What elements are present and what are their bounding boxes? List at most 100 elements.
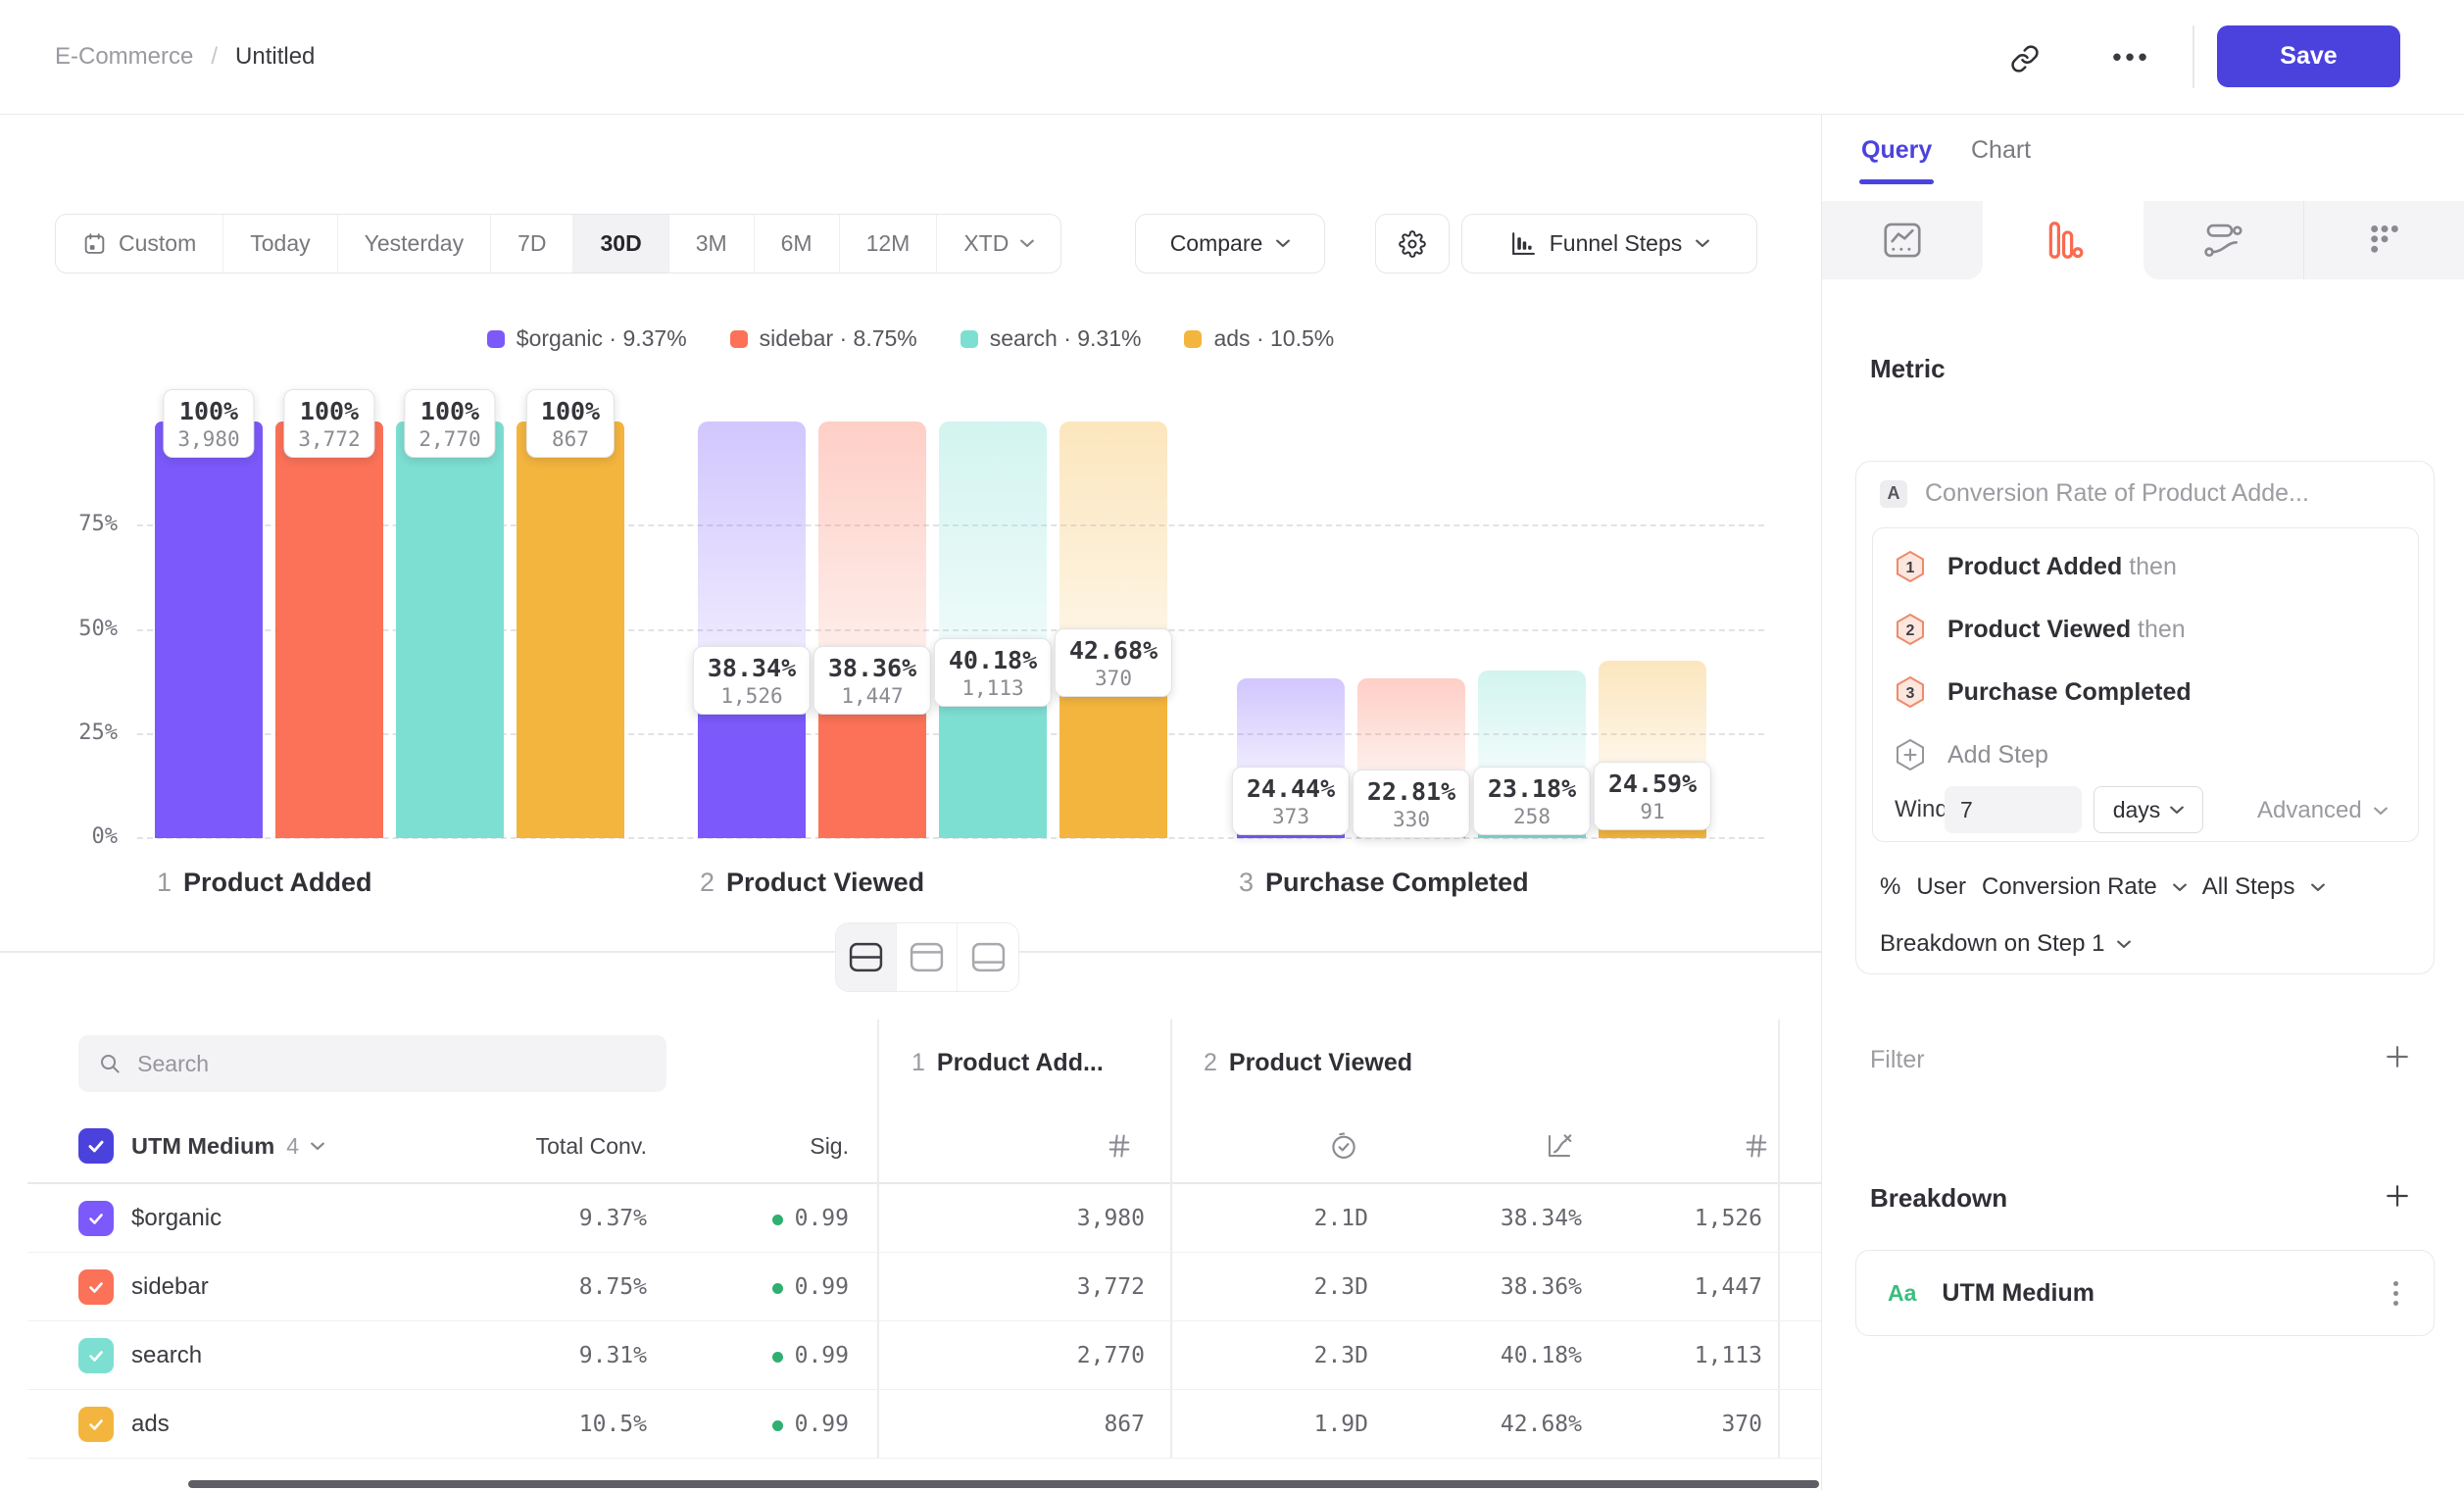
- funnel-bar-ads-step1[interactable]: [517, 422, 624, 838]
- metric-step-3[interactable]: 3Purchase Completed: [1895, 672, 2192, 712]
- y-axis-tick: 75%: [55, 512, 118, 536]
- tab-flows-report[interactable]: [2144, 201, 2304, 279]
- tab-funnels-report[interactable]: [1983, 201, 2144, 279]
- breakdown-item[interactable]: Aa UTM Medium: [1855, 1250, 2435, 1336]
- sig-column-header[interactable]: Sig.: [810, 1127, 849, 1165]
- bar-count: 3,772: [298, 426, 360, 452]
- funnel-bar-organic-step1[interactable]: [155, 422, 263, 838]
- date-range-12m[interactable]: 12M: [840, 215, 938, 273]
- retention-icon: [2362, 218, 2407, 263]
- measure-steps-dropdown[interactable]: All Steps: [2202, 873, 2295, 901]
- horizontal-scrollbar[interactable]: [188, 1480, 1819, 1488]
- row-step2-conv: 38.34%: [1501, 1184, 1582, 1253]
- check-icon: [86, 1277, 106, 1297]
- row-checkbox[interactable]: [78, 1407, 114, 1442]
- bar-conversion-pct: 24.44%: [1247, 774, 1335, 804]
- breakdown-item-menu[interactable]: [2386, 1273, 2406, 1314]
- funnel-bar-sidebar-step1[interactable]: [275, 422, 383, 838]
- advanced-toggle[interactable]: Advanced: [2257, 797, 2388, 824]
- metric-section-title: Metric: [1870, 354, 1946, 384]
- date-range-30d[interactable]: 30D: [573, 215, 668, 273]
- tab-query[interactable]: Query: [1861, 136, 1932, 165]
- legend-item-ads[interactable]: ads · 10.5%: [1184, 325, 1334, 352]
- step1-count-column-header[interactable]: [1106, 1127, 1133, 1165]
- step2-conversion-column-header[interactable]: [1545, 1127, 1574, 1165]
- bar-conversion-pct: 100%: [177, 397, 239, 426]
- date-range-today[interactable]: Today: [223, 215, 337, 273]
- tab-chart[interactable]: Chart: [1971, 136, 2031, 165]
- row-step2-count: 1,447: [1695, 1253, 1762, 1321]
- table-row-ads[interactable]: ads10.5%0.998671.9D42.68%370: [27, 1390, 1821, 1459]
- metric-step-1[interactable]: 1Product Added then: [1895, 547, 2177, 586]
- select-all-checkbox[interactable]: [78, 1127, 114, 1165]
- date-range-7d[interactable]: 7D: [491, 215, 573, 273]
- compare-button[interactable]: Compare: [1135, 214, 1325, 273]
- save-button[interactable]: Save: [2217, 25, 2400, 87]
- measure-metric-dropdown[interactable]: Conversion Rate: [1982, 873, 2157, 901]
- funnel-bar-search-step1[interactable]: [396, 422, 504, 838]
- bar-value-label: 100%867: [526, 389, 615, 458]
- row-checkbox[interactable]: [78, 1201, 114, 1236]
- add-breakdown-button[interactable]: [2381, 1179, 2414, 1213]
- breadcrumb: E-Commerce / Untitled: [55, 43, 315, 71]
- row-checkbox[interactable]: [78, 1338, 114, 1373]
- breadcrumb-project[interactable]: E-Commerce: [55, 43, 193, 71]
- bar-count: 373: [1247, 804, 1335, 829]
- table-row-organic[interactable]: $organic9.37%0.993,9802.1D38.34%1,526: [27, 1184, 1821, 1253]
- chevron-down-icon: [2170, 806, 2184, 815]
- bar-count: 867: [541, 426, 600, 452]
- legend-item-organic[interactable]: $organic · 9.37%: [487, 325, 687, 352]
- significance-dot: [772, 1420, 783, 1431]
- bar-value-label: 38.36%1,447: [813, 646, 931, 715]
- window-unit-dropdown[interactable]: days: [2094, 786, 2203, 833]
- time-to-convert-icon: [1329, 1131, 1358, 1161]
- date-range-custom[interactable]: Custom: [56, 215, 223, 273]
- legend-swatch: [487, 330, 505, 348]
- table-row-sidebar[interactable]: sidebar8.75%0.993,7722.3D38.36%1,447: [27, 1253, 1821, 1321]
- legend-swatch: [961, 330, 978, 348]
- date-range-3m[interactable]: 3M: [669, 215, 755, 273]
- table-row-search[interactable]: search9.31%0.992,7702.3D40.18%1,113: [27, 1321, 1821, 1390]
- step1-name: Product Add...: [937, 1049, 1104, 1077]
- plus-icon: [2385, 1044, 2410, 1069]
- layout-split-button[interactable]: [836, 923, 897, 991]
- breadcrumb-report-title[interactable]: Untitled: [235, 43, 315, 71]
- row-total-conv: 9.37%: [579, 1184, 647, 1253]
- add-filter-button[interactable]: [2381, 1040, 2414, 1073]
- layout-table-only-button[interactable]: [958, 923, 1018, 991]
- search-input[interactable]: [137, 1051, 647, 1077]
- date-range-yesterday[interactable]: Yesterday: [338, 215, 491, 273]
- more-options-button[interactable]: •••: [2103, 41, 2160, 73]
- bar-count: 1,526: [708, 683, 796, 709]
- legend-item-search[interactable]: search · 9.31%: [961, 325, 1142, 352]
- total-conv-column-header[interactable]: Total Conv.: [536, 1127, 647, 1165]
- row-checkbox[interactable]: [78, 1269, 114, 1305]
- breakdown-column-header[interactable]: UTM Medium 4: [131, 1127, 324, 1165]
- layout-chart-only-button[interactable]: [897, 923, 958, 991]
- date-range-xtd[interactable]: XTD: [937, 215, 1060, 273]
- bar-value-label: 38.34%1,526: [693, 646, 811, 715]
- calendar-icon: [82, 231, 107, 256]
- search-icon: [98, 1051, 122, 1076]
- window-value-input[interactable]: 7: [1945, 786, 2082, 833]
- compare-label: Compare: [1170, 230, 1263, 257]
- share-link-button[interactable]: [2005, 41, 2045, 76]
- breakdown-value-count: 4: [286, 1133, 299, 1160]
- chart-type-selector[interactable]: Funnel Steps: [1461, 214, 1757, 273]
- legend-item-sidebar[interactable]: sidebar · 8.75%: [730, 325, 917, 352]
- measure-entity[interactable]: User: [1916, 873, 1966, 901]
- tab-retention-report[interactable]: [2304, 201, 2464, 279]
- step2-count-column-header[interactable]: [1743, 1127, 1770, 1165]
- funnel-step-label-1: 1Product Added: [157, 868, 372, 898]
- add-step-button[interactable]: Add Step: [1895, 735, 2048, 774]
- chart-settings-button[interactable]: [1375, 214, 1450, 273]
- date-range-6m[interactable]: 6M: [755, 215, 840, 273]
- tab-insights-report[interactable]: [1822, 201, 1983, 279]
- step2-time-column-header[interactable]: [1329, 1127, 1358, 1165]
- row-significance: 0.99: [772, 1253, 849, 1321]
- metric-summary-row[interactable]: A Conversion Rate of Product Adde...: [1880, 479, 2309, 508]
- metric-step-2[interactable]: 2Product Viewed then: [1895, 610, 2186, 649]
- breakdown-on-step-dropdown[interactable]: Breakdown on Step 1: [1880, 930, 2131, 958]
- funnel-step-label-3: 3Purchase Completed: [1239, 868, 1529, 898]
- row-name: search: [131, 1321, 202, 1390]
